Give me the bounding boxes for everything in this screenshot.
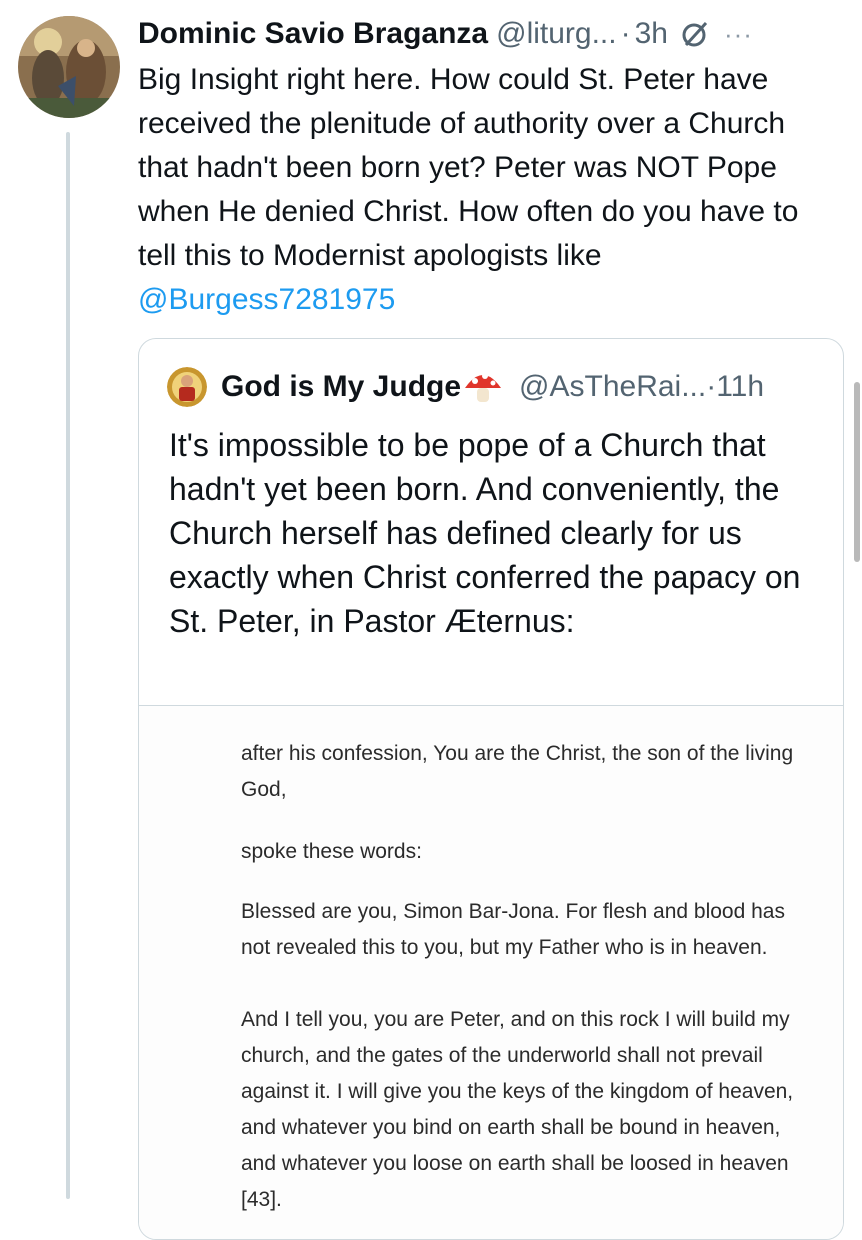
mention-link[interactable]: @Burgess7281975 — [138, 283, 395, 316]
quote-handle[interactable]: @AsTheRai... — [519, 370, 706, 404]
saints-painting-avatar — [18, 16, 120, 118]
image-text-line: Blessed are you, Simon Bar-Jona. For fle… — [241, 900, 785, 959]
grok-slash-icon[interactable] — [680, 19, 710, 49]
image-text-line: And I tell you, you are Peter, and on th… — [241, 1008, 794, 1211]
quote-avatar[interactable] — [167, 367, 207, 407]
icon-avatar — [167, 367, 207, 407]
quote-display-name[interactable]: God is My Judge — [221, 370, 461, 404]
tweet-text: Big Insight right here. How could St. Pe… — [138, 58, 838, 322]
tweet-header: Dominic Savio Braganza @liturg... · 3h ·… — [138, 12, 848, 56]
scrollbar[interactable] — [854, 382, 860, 562]
author-avatar[interactable] — [18, 16, 120, 118]
quote-timestamp[interactable]: 11h — [716, 370, 764, 404]
image-text-line: after his confession, You are the Christ… — [241, 742, 794, 801]
author-display-name[interactable]: Dominic Savio Braganza — [138, 17, 488, 51]
quote-text: It's impossible to be pope of a Church t… — [169, 427, 801, 639]
tweet-body: Big Insight right here. How could St. Pe… — [138, 63, 799, 272]
thread-line — [66, 132, 70, 1199]
more-icon[interactable]: ··· — [724, 19, 753, 50]
image-text-line: spoke these words: — [241, 840, 422, 863]
tweet-timestamp[interactable]: 3h — [635, 17, 668, 51]
separator-dot: · — [620, 17, 631, 50]
quote-separator-dot: · — [706, 370, 717, 403]
author-handle[interactable]: @liturg... — [496, 17, 616, 51]
quote-header: God is My Judge @AsTheRai... · 11h — [167, 365, 764, 409]
mushroom-icon — [463, 370, 503, 404]
quoted-tweet[interactable]: God is My Judge @AsTheRai... · 11h It's … — [138, 338, 844, 1240]
quote-attached-image[interactable]: after his confession, You are the Christ… — [139, 705, 843, 1239]
